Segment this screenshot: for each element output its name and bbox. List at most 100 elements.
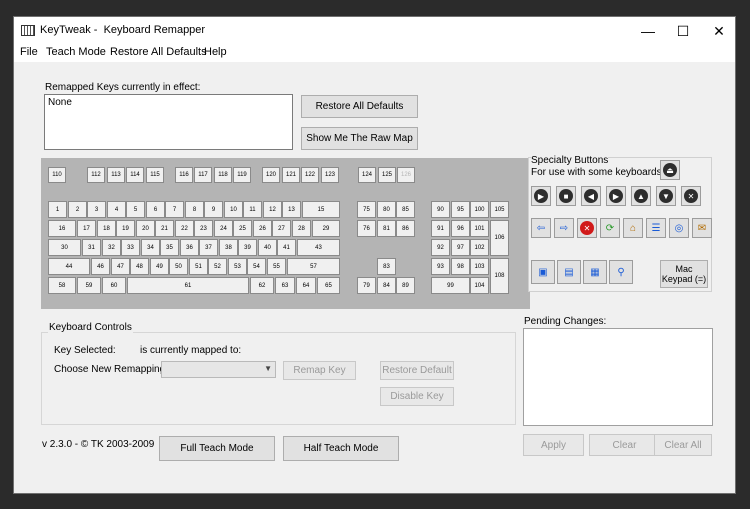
previous-track-icon[interactable]: ◀ (581, 186, 601, 206)
remapped-keys-list[interactable]: None (44, 94, 293, 150)
key-1[interactable]: 1 (48, 201, 67, 218)
key-26[interactable]: 26 (253, 220, 272, 237)
key-53[interactable]: 53 (228, 258, 247, 275)
key-18[interactable]: 18 (97, 220, 116, 237)
web-icon[interactable]: ◎ (669, 218, 689, 238)
key-40[interactable]: 40 (258, 239, 277, 256)
key-85[interactable]: 85 (396, 201, 415, 218)
key-39[interactable]: 39 (238, 239, 257, 256)
key-33[interactable]: 33 (121, 239, 140, 256)
maximize-button[interactable]: ☐ (666, 17, 700, 45)
key-22[interactable]: 22 (175, 220, 194, 237)
key-115[interactable]: 115 (146, 167, 164, 183)
key-117[interactable]: 117 (194, 167, 212, 183)
key-108[interactable]: 108 (490, 258, 509, 294)
stop-icon[interactable]: ■ (556, 186, 576, 206)
calculator-icon[interactable]: ▦ (583, 260, 607, 284)
key-79-left[interactable]: 79 (357, 277, 376, 294)
key-61-spacebar[interactable]: 61 (127, 277, 249, 294)
key-27[interactable]: 27 (272, 220, 291, 237)
key-105[interactable]: 105 (490, 201, 509, 218)
key-89-right[interactable]: 89 (396, 277, 415, 294)
key-44[interactable]: 44 (48, 258, 90, 275)
key-21[interactable]: 21 (155, 220, 174, 237)
key-118[interactable]: 118 (214, 167, 232, 183)
key-120[interactable]: 120 (262, 167, 280, 183)
key-10[interactable]: 10 (224, 201, 243, 218)
home-icon[interactable]: ⌂ (623, 218, 643, 238)
key-6[interactable]: 6 (146, 201, 165, 218)
key-99[interactable]: 99 (431, 277, 470, 294)
key-25[interactable]: 25 (233, 220, 252, 237)
key-5[interactable]: 5 (126, 201, 145, 218)
key-123[interactable]: 123 (321, 167, 339, 183)
stop-page-icon[interactable]: ✕ (577, 218, 597, 238)
key-31[interactable]: 31 (82, 239, 101, 256)
key-49[interactable]: 49 (150, 258, 169, 275)
key-54[interactable]: 54 (247, 258, 266, 275)
half-teach-mode-button[interactable]: Half Teach Mode (283, 436, 399, 461)
pending-changes-list[interactable] (523, 328, 713, 426)
key-37[interactable]: 37 (199, 239, 218, 256)
mute-icon[interactable]: ✕ (681, 186, 701, 206)
key-92[interactable]: 92 (431, 239, 450, 256)
key-114[interactable]: 114 (126, 167, 144, 183)
restore-all-defaults-button[interactable]: Restore All Defaults (301, 95, 418, 118)
key-2[interactable]: 2 (68, 201, 87, 218)
key-52[interactable]: 52 (208, 258, 227, 275)
key-41[interactable]: 41 (277, 239, 296, 256)
key-51[interactable]: 51 (189, 258, 208, 275)
key-19[interactable]: 19 (116, 220, 135, 237)
key-84-down[interactable]: 84 (377, 277, 396, 294)
key-83-up[interactable]: 83 (377, 258, 396, 275)
key-43[interactable]: 43 (297, 239, 340, 256)
key-16[interactable]: 16 (48, 220, 76, 237)
volume-down-icon[interactable]: ▼ (656, 186, 676, 206)
clear-all-button[interactable]: Clear All (654, 434, 712, 456)
key-28[interactable]: 28 (292, 220, 311, 237)
key-112[interactable]: 112 (87, 167, 105, 183)
favorites-icon[interactable]: ☰ (646, 218, 666, 238)
key-12[interactable]: 12 (263, 201, 282, 218)
key-90[interactable]: 90 (431, 201, 450, 218)
key-4[interactable]: 4 (107, 201, 126, 218)
key-95[interactable]: 95 (451, 201, 470, 218)
mac-keypad-button[interactable]: Mac Keypad (=) (660, 260, 708, 288)
menu-teach-mode[interactable]: Teach Mode (46, 46, 106, 58)
key-38[interactable]: 38 (219, 239, 238, 256)
disable-key-button[interactable]: Disable Key (380, 387, 454, 406)
key-93[interactable]: 93 (431, 258, 450, 275)
key-32[interactable]: 32 (102, 239, 121, 256)
key-48[interactable]: 48 (130, 258, 149, 275)
remap-key-button[interactable]: Remap Key (283, 361, 356, 380)
key-76[interactable]: 76 (357, 220, 376, 237)
key-80[interactable]: 80 (377, 201, 396, 218)
key-50[interactable]: 50 (169, 258, 188, 275)
key-75[interactable]: 75 (357, 201, 376, 218)
key-91[interactable]: 91 (431, 220, 450, 237)
forward-arrow-icon[interactable]: ⇨ (554, 218, 574, 238)
apply-button[interactable]: Apply (523, 434, 584, 456)
key-103[interactable]: 103 (470, 258, 489, 275)
remapping-dropdown[interactable]: ▼ (161, 361, 276, 378)
key-3[interactable]: 3 (87, 201, 106, 218)
key-62[interactable]: 62 (250, 277, 274, 294)
key-97[interactable]: 97 (451, 239, 470, 256)
key-64[interactable]: 64 (296, 277, 316, 294)
key-8[interactable]: 8 (185, 201, 204, 218)
media-icon[interactable]: ▣ (531, 260, 555, 284)
key-9[interactable]: 9 (204, 201, 223, 218)
key-98[interactable]: 98 (451, 258, 470, 275)
key-122[interactable]: 122 (301, 167, 319, 183)
mail-icon[interactable]: ✉ (692, 218, 712, 238)
key-125[interactable]: 125 (378, 167, 396, 183)
volume-up-icon[interactable]: ▲ (631, 186, 651, 206)
key-104[interactable]: 104 (470, 277, 489, 294)
key-60[interactable]: 60 (102, 277, 126, 294)
menu-help[interactable]: Help (204, 46, 227, 58)
clear-button[interactable]: Clear (589, 434, 660, 456)
key-29[interactable]: 29 (312, 220, 340, 237)
key-57[interactable]: 57 (287, 258, 340, 275)
key-124[interactable]: 124 (358, 167, 376, 183)
key-102[interactable]: 102 (470, 239, 489, 256)
